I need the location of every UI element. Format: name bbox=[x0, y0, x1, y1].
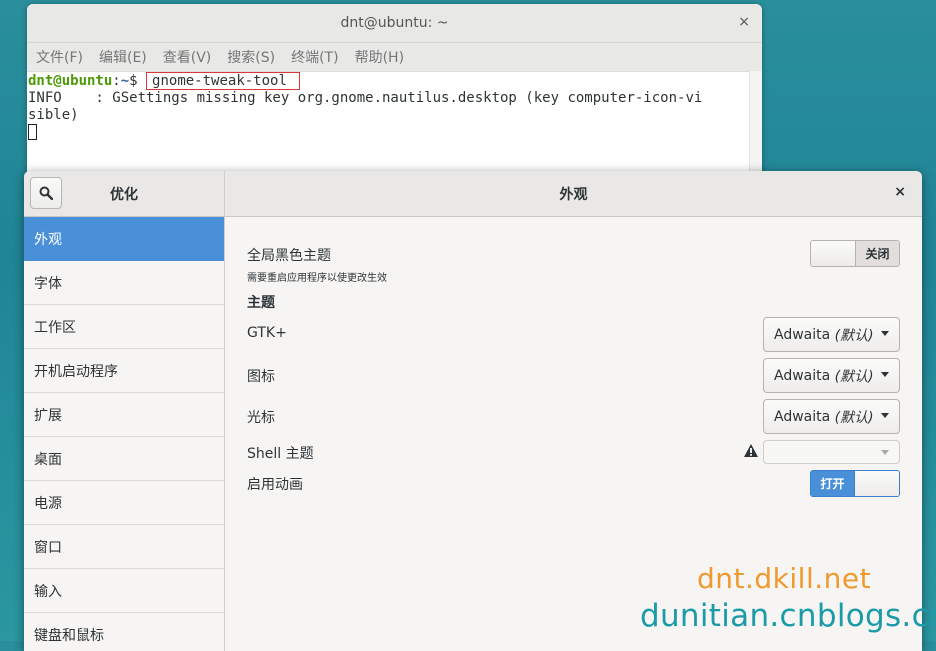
dark-theme-hint: 需要重启应用程序以使更改生效 bbox=[247, 273, 387, 284]
watermark-line-1: dnt.dkill.net bbox=[697, 562, 872, 595]
sidebar-item-extensions[interactable]: 扩展 bbox=[24, 393, 224, 437]
sidebar-header: 优化 bbox=[24, 171, 225, 216]
sidebar-item-appearance[interactable]: 外观 bbox=[24, 217, 224, 261]
gtk-theme-dropdown[interactable]: Adwaita (默认) bbox=[763, 317, 900, 352]
cursor-theme-value: Adwaita bbox=[774, 408, 831, 425]
watermark-line-2: dunitian.cnblogs.com bbox=[640, 598, 936, 634]
prompt-path: ~ bbox=[120, 73, 130, 89]
animations-switch[interactable]: 打开 bbox=[810, 470, 900, 497]
prompt-user: dnt@ubuntu bbox=[28, 73, 113, 89]
search-icon bbox=[39, 186, 53, 200]
animations-label: 启用动画 bbox=[247, 477, 303, 493]
sidebar-item-power[interactable]: 电源 bbox=[24, 481, 224, 525]
animations-row: 启用动画 bbox=[247, 474, 900, 494]
cursor-theme-default-tag: (默认) bbox=[834, 409, 874, 426]
terminal-titlebar: dnt@ubuntu: ~ × bbox=[27, 4, 762, 43]
dark-theme-row: 全局黑色主题 bbox=[247, 245, 900, 265]
sidebar-item-startup-apps[interactable]: 开机启动程序 bbox=[24, 349, 224, 393]
sidebar-title: 优化 bbox=[110, 186, 138, 203]
chevron-down-icon bbox=[881, 450, 889, 455]
dark-theme-switch[interactable]: 关闭 bbox=[810, 240, 900, 267]
shell-theme-dropdown[interactable] bbox=[763, 440, 900, 464]
close-icon[interactable]: × bbox=[894, 184, 906, 200]
icon-theme-default-tag: (默认) bbox=[834, 368, 874, 385]
chevron-down-icon bbox=[881, 372, 889, 377]
switch-state-label: 打开 bbox=[811, 471, 854, 496]
terminal-output-line: INFO : GSettings missing key org.gnome.n… bbox=[28, 90, 703, 106]
switch-knob bbox=[811, 241, 855, 266]
menu-help[interactable]: 帮助(H) bbox=[355, 47, 404, 67]
prompt-separator: : bbox=[112, 73, 121, 89]
tweak-headerbar: 优化 外观 × bbox=[24, 171, 922, 217]
cursor-theme-dropdown[interactable]: Adwaita (默认) bbox=[763, 399, 900, 434]
switch-state-label: 关闭 bbox=[855, 241, 899, 266]
theme-section-title: 主题 bbox=[247, 295, 275, 311]
content-header: 外观 × bbox=[225, 171, 922, 216]
sidebar-item-input[interactable]: 输入 bbox=[24, 569, 224, 613]
gtk-theme-value: Adwaita bbox=[774, 326, 831, 343]
chevron-down-icon bbox=[881, 331, 889, 336]
page-title: 外观 bbox=[559, 186, 588, 203]
cursor-theme-label: 光标 bbox=[247, 410, 275, 426]
sidebar-item-desktop[interactable]: 桌面 bbox=[24, 437, 224, 481]
shell-theme-label: Shell 主题 bbox=[247, 446, 314, 462]
sidebar-item-windows[interactable]: 窗口 bbox=[24, 525, 224, 569]
menu-search[interactable]: 搜索(S) bbox=[227, 47, 275, 67]
terminal-prompt-line: dnt@ubuntu:~$ gnome-tweak-tool bbox=[28, 72, 748, 90]
search-button[interactable] bbox=[30, 177, 62, 209]
menu-edit[interactable]: 编辑(E) bbox=[99, 47, 147, 67]
terminal-cursor bbox=[28, 124, 37, 140]
prompt-dollar: $ bbox=[129, 73, 147, 89]
sidebar-item-fonts[interactable]: 字体 bbox=[24, 261, 224, 305]
switch-knob bbox=[854, 471, 899, 496]
menu-file[interactable]: 文件(F) bbox=[36, 47, 83, 67]
terminal-output-line: sible) bbox=[28, 107, 79, 123]
terminal-menubar: 文件(F) 编辑(E) 查看(V) 搜索(S) 终端(T) 帮助(H) bbox=[27, 43, 762, 72]
icon-theme-dropdown[interactable]: Adwaita (默认) bbox=[763, 358, 900, 393]
chevron-down-icon bbox=[881, 413, 889, 418]
terminal-close-icon[interactable]: × bbox=[738, 14, 750, 30]
dark-theme-label: 全局黑色主题 bbox=[247, 248, 331, 264]
icon-theme-label: 图标 bbox=[247, 369, 275, 385]
sidebar-item-keyboard-mouse[interactable]: 键盘和鼠标 bbox=[24, 613, 224, 651]
menu-view[interactable]: 查看(V) bbox=[163, 47, 212, 67]
terminal-cursor-line bbox=[28, 124, 748, 141]
menu-terminal[interactable]: 终端(T) bbox=[291, 47, 338, 67]
gtk-theme-label: GTK+ bbox=[247, 325, 287, 341]
terminal-title: dnt@ubuntu: ~ bbox=[340, 15, 449, 31]
terminal-output[interactable]: dnt@ubuntu:~$ gnome-tweak-tool INFO : GS… bbox=[27, 72, 762, 141]
sidebar-item-workspaces[interactable]: 工作区 bbox=[24, 305, 224, 349]
icon-theme-value: Adwaita bbox=[774, 367, 831, 384]
gtk-theme-default-tag: (默认) bbox=[834, 327, 874, 344]
sidebar: 外观 字体 工作区 开机启动程序 扩展 桌面 电源 窗口 输入 键盘和鼠标 bbox=[24, 217, 225, 651]
command-text: gnome-tweak-tool bbox=[146, 72, 300, 90]
warning-icon bbox=[744, 444, 758, 457]
